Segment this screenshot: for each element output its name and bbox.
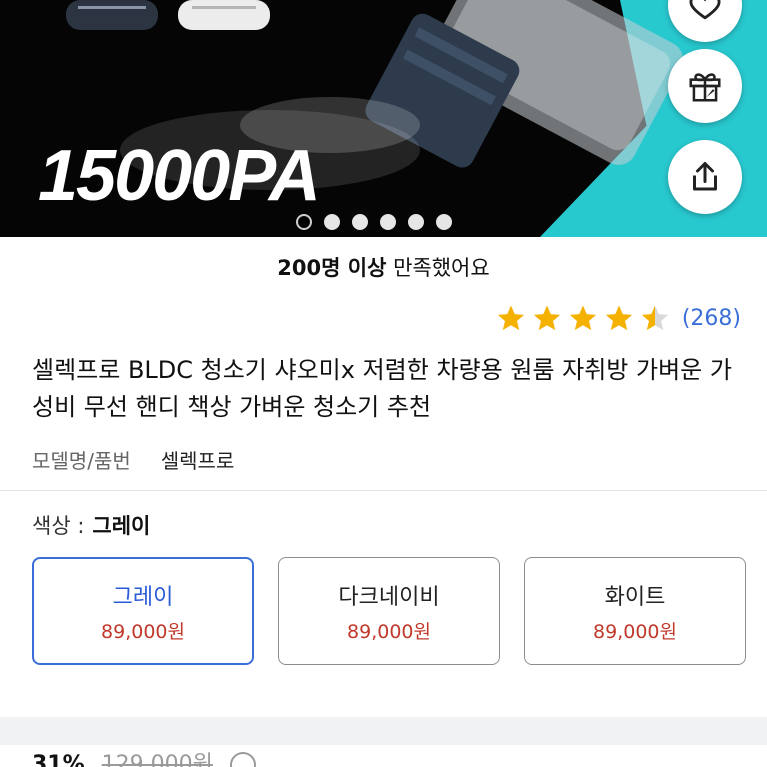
satisfaction-count: 200명 이상 <box>277 256 387 280</box>
color-option-dark-navy[interactable]: 다크네이비 89,000원 <box>278 557 500 665</box>
hero-headline: 15000PA <box>38 136 321 216</box>
gift-button[interactable] <box>668 49 742 123</box>
product-image-carousel[interactable]: 15000PA <box>0 0 767 237</box>
model-info: 모델명/품번 셀렉프로 <box>32 445 234 474</box>
share-button[interactable] <box>668 140 742 214</box>
original-price: 129,000원 <box>101 752 213 767</box>
rating[interactable]: (268) <box>496 303 741 333</box>
half-star-icon <box>641 305 668 331</box>
carousel-dot[interactable] <box>380 214 396 230</box>
color-selection-header: 색상 : 그레이 <box>32 510 150 540</box>
option-price: 89,000원 <box>101 620 185 643</box>
model-label: 모델명/품번 <box>32 449 131 473</box>
star-icon <box>569 305 596 331</box>
carousel-dot[interactable] <box>324 214 340 230</box>
carousel-dot[interactable] <box>408 214 424 230</box>
carousel-dot[interactable] <box>436 214 452 230</box>
option-price: 89,000원 <box>347 620 431 643</box>
selected-color: 그레이 <box>92 514 151 538</box>
star-icon <box>497 305 524 331</box>
carousel-indicator[interactable] <box>296 214 452 230</box>
option-name: 화이트 <box>604 584 666 610</box>
color-option-gray[interactable]: 그레이 89,000원 <box>32 557 254 665</box>
discount-rate: 31% <box>32 752 85 767</box>
option-name: 그레이 <box>112 584 174 610</box>
star-icon <box>533 305 560 331</box>
gift-rocket-icon <box>689 73 721 102</box>
satisfaction-suffix: 만족했어요 <box>386 256 490 280</box>
carousel-dot[interactable] <box>352 214 368 230</box>
review-count-link[interactable]: (268) <box>682 306 741 331</box>
color-label: 색상 : <box>32 514 85 538</box>
share-icon <box>693 162 717 191</box>
option-price: 89,000원 <box>593 620 677 643</box>
info-icon[interactable] <box>229 752 256 767</box>
product-title: 셀렉프로 BLDC 청소기 샤오미x 저렴한 차량용 원룸 자취방 가벼운 가성… <box>32 356 732 421</box>
star-icon <box>605 305 632 331</box>
divider <box>0 490 767 491</box>
price-summary: 31% 129,000원 <box>0 745 767 767</box>
color-options: 그레이 89,000원 다크네이비 89,000원 화이트 89,000원 <box>32 557 746 665</box>
color-option-white[interactable]: 화이트 89,000원 <box>524 557 746 665</box>
model-value: 셀렉프로 <box>160 449 235 473</box>
heart-icon <box>689 0 721 20</box>
carousel-dot[interactable] <box>296 214 312 230</box>
satisfaction-text: 200명 이상 만족했어요 <box>0 252 767 282</box>
option-name: 다크네이비 <box>338 584 440 610</box>
